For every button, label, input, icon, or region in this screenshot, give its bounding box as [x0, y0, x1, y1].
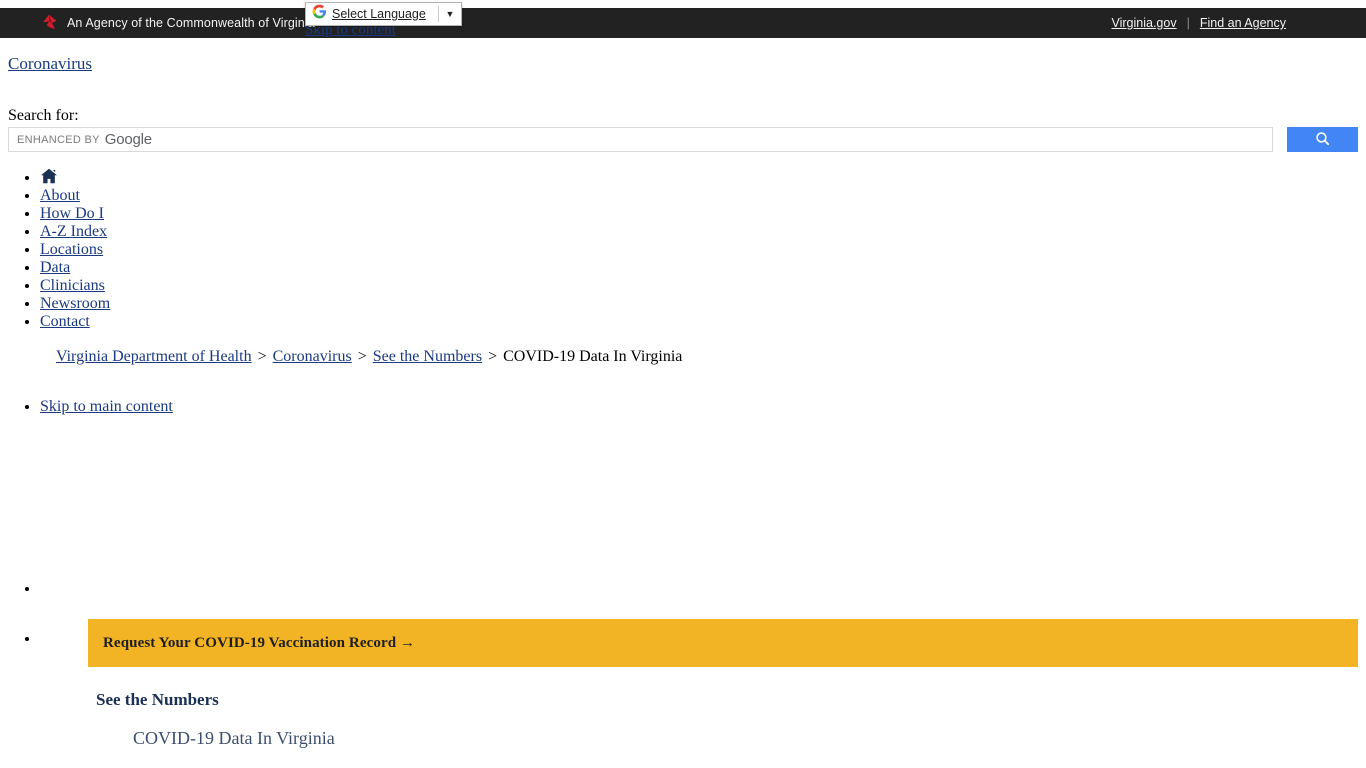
find-an-agency-link[interactable]: Find an Agency [1200, 16, 1286, 30]
breadcrumb-item-vdh[interactable]: Virginia Department of Health [56, 348, 252, 365]
skip-links-list: Skip to main content [40, 398, 440, 416]
breadcrumb-separator: > [488, 348, 498, 365]
nav-item-contact[interactable]: Contact [40, 313, 440, 331]
nav-link-a-z-index[interactable]: A-Z Index [40, 223, 107, 240]
gov-bar-links: Virginia.gov | Find an Agency [1111, 16, 1286, 30]
search-label: Search for: [8, 107, 79, 124]
breadcrumb-item-see-the-numbers[interactable]: See the Numbers [373, 348, 482, 365]
select-language-label[interactable]: Select Language [332, 7, 426, 21]
nav-link-about[interactable]: About [40, 187, 80, 204]
google-g-icon [306, 4, 332, 24]
nav-item-clinicians[interactable]: Clinicians [40, 277, 440, 295]
main-navigation: About How Do I A-Z Index Locations Data … [40, 168, 440, 331]
nav-item-a-z-index[interactable]: A-Z Index [40, 223, 440, 241]
breadcrumb-separator: > [357, 348, 367, 365]
breadcrumb-item-current: COVID-19 Data In Virginia [503, 348, 683, 365]
search-input[interactable]: ENHANCED BY Google [8, 127, 1273, 152]
breadcrumb-item-coronavirus[interactable]: Coronavirus [273, 348, 352, 365]
home-icon[interactable] [40, 168, 58, 186]
nav-link-locations[interactable]: Locations [40, 241, 103, 258]
google-translate-widget[interactable]: Select Language ▼ [305, 2, 462, 26]
gov-bar-separator: | [1186, 16, 1190, 30]
coronavirus-link[interactable]: Coronavirus [8, 54, 92, 74]
page-title: COVID-19 Data In Virginia [133, 728, 335, 748]
nav-item-newsroom[interactable]: Newsroom [40, 295, 440, 313]
nav-link-clinicians[interactable]: Clinicians [40, 277, 105, 294]
nav-link-newsroom[interactable]: Newsroom [40, 295, 110, 312]
google-brand-label: Google [104, 131, 152, 148]
nav-item-how-do-i[interactable]: How Do I [40, 205, 440, 223]
virginia-seal-icon [40, 14, 58, 32]
search-button[interactable] [1287, 127, 1358, 152]
commonwealth-top-bar: An Agency of the Commonwealth of Virgini… [0, 8, 1366, 38]
breadcrumb: Virginia Department of Health > Coronavi… [56, 348, 682, 366]
vaccination-record-banner-label: Request Your COVID-19 Vaccination Record… [103, 634, 416, 651]
nav-item-data[interactable]: Data [40, 259, 440, 277]
skip-to-main-content-link[interactable]: Skip to main content [40, 398, 173, 415]
search-icon [1314, 130, 1331, 150]
chevron-down-icon[interactable]: ▼ [439, 9, 461, 19]
nav-item-locations[interactable]: Locations [40, 241, 440, 259]
nav-link-contact[interactable]: Contact [40, 313, 90, 330]
vaccination-record-banner[interactable]: Request Your COVID-19 Vaccination Record… [88, 619, 1358, 667]
nav-link-data[interactable]: Data [40, 259, 70, 276]
list-item[interactable]: Skip to main content [40, 398, 440, 416]
enhanced-by-label: ENHANCED BY [17, 133, 100, 146]
virginia-gov-link[interactable]: Virginia.gov [1111, 16, 1176, 30]
breadcrumb-separator: > [257, 348, 267, 365]
nav-item-about[interactable]: About [40, 187, 440, 205]
gov-bar-branding: An Agency of the Commonwealth of Virgini… [40, 14, 315, 32]
gov-bar-agency-text: An Agency of the Commonwealth of Virgini… [67, 16, 315, 30]
page-root: An Agency of the Commonwealth of Virgini… [0, 0, 1366, 768]
section-title: See the Numbers [96, 690, 219, 709]
nav-item-home[interactable] [40, 168, 440, 187]
nav-link-how-do-i[interactable]: How Do I [40, 205, 104, 222]
